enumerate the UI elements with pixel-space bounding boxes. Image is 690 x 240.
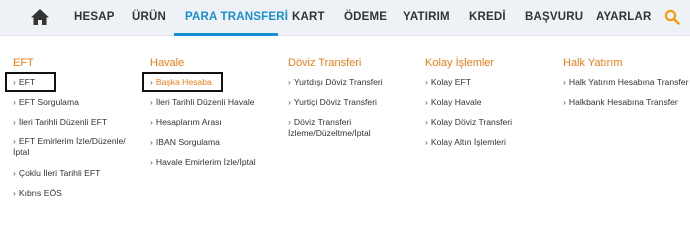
- menu-link-hesaplarim-arasi[interactable]: › Hesaplarım Arası: [150, 117, 222, 128]
- menu-link-label: İleri Tarihli Düzenli Havale: [155, 97, 255, 107]
- menu-link-label: Yurtiçi Döviz Transferi: [293, 97, 377, 107]
- menu-link-kolay-eft[interactable]: › Kolay EFT: [425, 77, 471, 88]
- menu-link-kibris-eos[interactable]: › Kıbrıs EÖS: [13, 188, 62, 199]
- nav-item-kredi[interactable]: KREDİ: [469, 11, 506, 23]
- menu-link-kolay-altin[interactable]: › Kolay Altın İşlemleri: [425, 137, 506, 148]
- menu-link-label: Kolay Döviz Transferi: [430, 117, 513, 127]
- menu-link-label: Halk Yatırım Hesabına Transfer: [568, 77, 689, 87]
- nav-item-para-transferi[interactable]: PARA TRANSFERİ: [185, 11, 288, 23]
- menu-link-label: Havale Emirlerim İzle/İptal: [155, 157, 256, 167]
- menu-link-yurtici-doviz[interactable]: › Yurtiçi Döviz Transferi: [288, 97, 377, 108]
- menu-link-label: Halkbank Hesabına Transfer: [568, 97, 678, 107]
- column-title-halk-yatirim: Halk Yatırım: [563, 57, 623, 69]
- menu-link-label: Kolay EFT: [430, 77, 471, 87]
- column-title-doviz-transferi: Döviz Transferi: [288, 57, 362, 69]
- menu-link-eft[interactable]: › EFT: [13, 77, 35, 88]
- menu-link-label: Başka Hesaba: [155, 77, 212, 87]
- menu-link-label: EFT: [18, 77, 36, 87]
- home-icon[interactable]: [30, 8, 50, 26]
- menu-link-label: Hesaplarım Arası: [155, 117, 222, 127]
- nav-item-basvuru[interactable]: BAŞVURU: [525, 11, 583, 23]
- menu-link-ileri-tarihli-eft[interactable]: › İleri Tarihli Düzenli EFT: [13, 117, 107, 128]
- menu-link-halkbank-transfer[interactable]: › Halkbank Hesabına Transfer: [563, 97, 678, 108]
- menu-link-label: EFT Emirlerim İzle/Düzenle/ İptal: [13, 136, 126, 157]
- column-title-kolay-islemler: Kolay İşlemler: [425, 57, 495, 69]
- menu-link-coklu-eft[interactable]: › Çoklu İleri Tarihli EFT: [13, 168, 100, 179]
- menu-link-halk-yatirim-transfer[interactable]: › Halk Yatırım Hesabına Transfer: [563, 77, 688, 88]
- menu-link-baska-hesaba[interactable]: › Başka Hesaba: [150, 77, 212, 88]
- menu-link-havale-emirlerim[interactable]: › Havale Emirlerim İzle/İptal: [150, 157, 256, 168]
- menu-link-ileri-tarihli-havale[interactable]: › İleri Tarihli Düzenli Havale: [150, 97, 255, 108]
- menu-link-eft-sorgulama[interactable]: › EFT Sorgulama: [13, 97, 79, 108]
- nav-item-hesap[interactable]: HESAP: [74, 11, 115, 23]
- menu-link-label: EFT Sorgulama: [18, 97, 79, 107]
- nav-item-kart[interactable]: KART: [292, 11, 325, 23]
- nav-item-urun[interactable]: ÜRÜN: [132, 11, 166, 23]
- menu-link-label: Kıbrıs EÖS: [18, 188, 62, 198]
- menu-link-kolay-havale[interactable]: › Kolay Havale: [425, 97, 482, 108]
- menu-link-label: Kolay Havale: [430, 97, 482, 107]
- column-title-eft: EFT: [13, 57, 34, 69]
- menu-link-yurtdisi-doviz[interactable]: › Yurtdışı Döviz Transferi: [288, 77, 383, 88]
- menu-link-label: Yurtdışı Döviz Transferi: [293, 77, 383, 87]
- nav-item-ayarlar[interactable]: AYARLAR: [596, 11, 652, 23]
- nav-item-odeme[interactable]: ÖDEME: [344, 11, 387, 23]
- column-title-havale: Havale: [150, 57, 185, 69]
- menu-link-kolay-doviz[interactable]: › Kolay Döviz Transferi: [425, 117, 512, 128]
- menu-link-label: Döviz Transferi İzleme/Düzeltme/İptal: [288, 117, 371, 138]
- menu-link-label: Çoklu İleri Tarihli EFT: [18, 168, 101, 178]
- nav-item-yatirim[interactable]: YATIRIM: [403, 11, 450, 23]
- menu-link-label: IBAN Sorgulama: [155, 137, 220, 147]
- active-tab-indicator: [174, 33, 278, 36]
- menu-link-iban-sorgulama[interactable]: › IBAN Sorgulama: [150, 137, 220, 148]
- menu-link-doviz-izleme[interactable]: › Döviz Transferi İzleme/Düzeltme/İptal: [288, 117, 388, 139]
- search-icon[interactable]: [664, 9, 680, 25]
- menu-link-label: İleri Tarihli Düzenli EFT: [18, 117, 108, 127]
- top-navbar: HESAP ÜRÜN PARA TRANSFERİ KART ÖDEME YAT…: [0, 0, 690, 36]
- menu-link-eft-emirlerim[interactable]: › EFT Emirlerim İzle/Düzenle/ İptal: [13, 136, 133, 158]
- menu-link-label: Kolay Altın İşlemleri: [430, 137, 506, 147]
